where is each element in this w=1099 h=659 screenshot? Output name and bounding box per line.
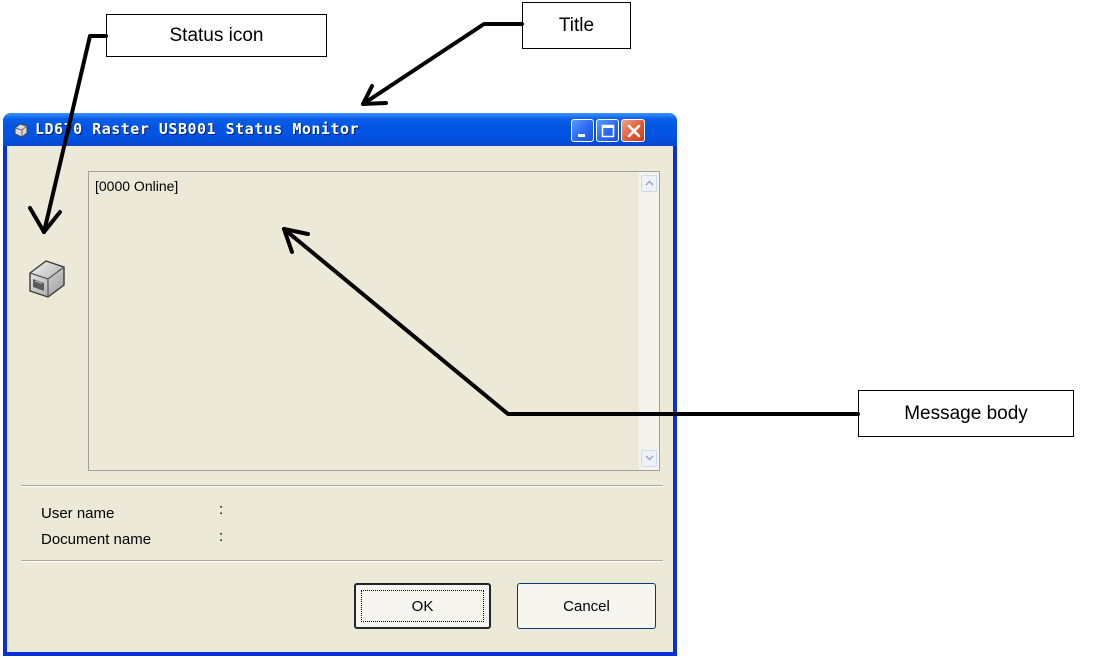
title-arrow xyxy=(361,22,524,106)
annotation-arrows xyxy=(28,22,860,416)
status-icon-arrow xyxy=(42,34,108,234)
message-body-arrow xyxy=(282,227,860,416)
